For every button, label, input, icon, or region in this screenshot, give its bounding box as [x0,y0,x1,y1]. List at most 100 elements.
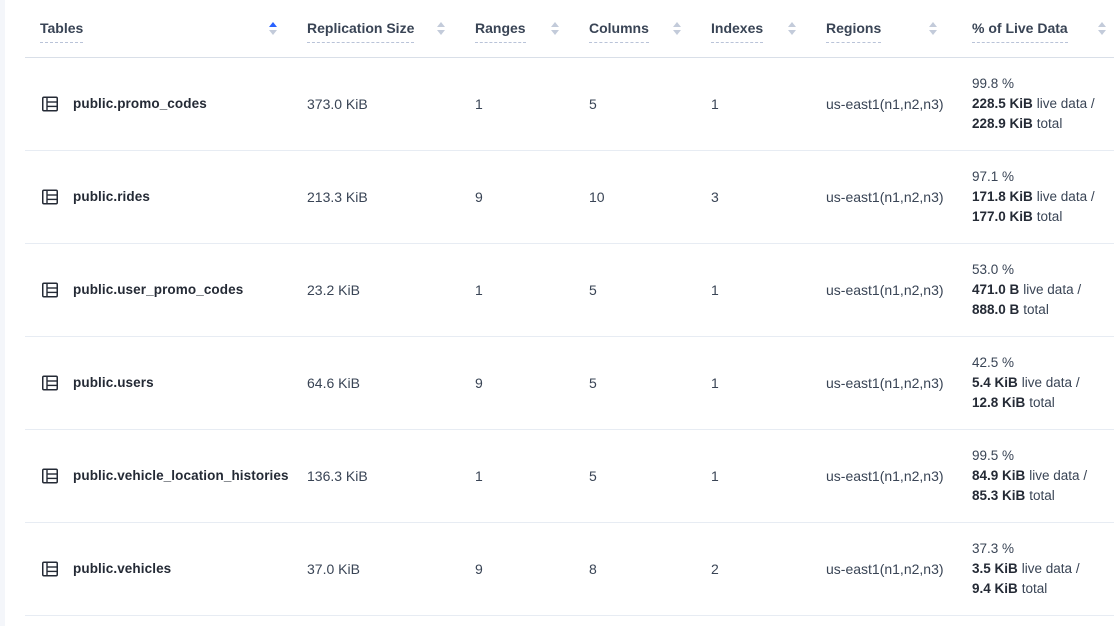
table-icon [40,559,60,579]
cell-indexes: 2 [699,522,814,615]
cell-ranges-value: 1 [475,96,483,112]
cell-regions-value: us-east1(n1,n2,n3) [826,96,944,112]
live-size-value: 171.8 KiB [972,189,1033,204]
total-size-line: 9.4 KiBtotal [972,579,1102,599]
cell-regions: us-east1(n1,n2,n3) [814,243,955,336]
column-header-label: Ranges [475,20,526,43]
sort-icon [780,22,796,35]
table-name-link[interactable]: public.promo_codes [73,96,207,111]
cell-replication-size-value: 23.2 KiB [307,282,360,298]
table-name-link[interactable]: public.users [73,375,154,390]
sort-icon [1090,22,1106,35]
total-size-value: 888.0 B [972,302,1019,317]
cell-regions: us-east1(n1,n2,n3) [814,150,955,243]
cell-live-data: 97.1 %171.8 KiBlive data /177.0 KiBtotal [955,150,1114,243]
column-header-label: Columns [589,20,649,43]
cell-replication-size-value: 37.0 KiB [307,561,360,577]
cell-indexes-value: 1 [711,468,719,484]
table-icon [40,280,60,300]
cell-replication-size-value: 373.0 KiB [307,96,368,112]
cell-indexes-value: 1 [711,375,719,391]
cell-columns-value: 5 [589,96,597,112]
live-percent-value: 97.1 % [972,169,1014,184]
cell-table-name: public.users [25,336,295,429]
column-header-regions[interactable]: Regions [814,0,955,57]
cell-live-data: 53.0 %471.0 Blive data /888.0 Btotal [955,243,1114,336]
cell-columns: 8 [577,522,699,615]
column-header-replication-size[interactable]: Replication Size [295,0,463,57]
table-row: public.users 64.6 KiB 95 1 us-east1(n1,n2,n3… [25,336,1114,429]
column-header-label: Tables [40,20,83,43]
sort-caret-up-icon [1098,22,1106,27]
column-header-columns[interactable]: Columns [577,0,699,57]
cell-live-data: 37.3 % 3.5 KiBlive data /9.4 KiBtotal [955,522,1114,615]
cell-indexes: 1 [699,336,814,429]
sort-caret-up-icon [673,22,681,27]
cell-indexes-value: 1 [711,282,719,298]
total-size-suffix: total [1022,581,1048,596]
cell-columns-value: 5 [589,375,597,391]
live-size-value: 471.0 B [972,282,1019,297]
live-size-value: 5.4 KiB [972,375,1018,390]
cell-replication-size: 373.0 KiB [295,57,463,150]
table-icon [40,94,60,114]
cell-live-data: 42.5 %5.4 KiBlive data /12.8 KiBtotal [955,336,1114,429]
cell-regions: us-east1(n1,n2,n3) [814,57,955,150]
sort-caret-down-icon [1098,30,1106,35]
table-name-link[interactable]: public.user_promo_codes [73,282,243,297]
live-percent: 97.1 % [972,167,1102,187]
cell-ranges-value: 1 [475,282,483,298]
cell-ranges: 9 [463,336,577,429]
live-size-line: 228.5 KiBlive data / [972,94,1102,114]
cell-columns: 5 [577,57,699,150]
total-size-suffix: total [1037,209,1063,224]
live-size-suffix: live data / [1029,468,1087,483]
table-row: public.vehicles 37.0 KiB 982 us-east1(n1,n2… [25,522,1114,615]
cell-ranges-value: 9 [475,189,483,205]
live-percent-value: 99.8 % [972,76,1014,91]
live-percent: 37.3 % [972,539,1102,559]
cell-indexes-value: 2 [711,561,719,577]
sort-icon [429,22,445,35]
total-size-value: 228.9 KiB [972,116,1033,131]
cell-ranges: 1 [463,429,577,522]
live-percent-value: 42.5 % [972,355,1014,370]
column-header-indexes[interactable]: Indexes [699,0,814,57]
cell-replication-size-value: 136.3 KiB [307,468,368,484]
cell-replication-size-value: 64.6 KiB [307,375,360,391]
column-header-of-live-data[interactable]: % of Live Data [955,0,1114,57]
live-size-suffix: live data / [1022,375,1080,390]
cell-regions-value: us-east1(n1,n2,n3) [826,561,944,577]
cell-ranges: 9 [463,522,577,615]
cell-regions-value: us-east1(n1,n2,n3) [826,189,944,205]
table-name-link[interactable]: public.rides [73,189,150,204]
live-percent: 53.0 % [972,260,1102,280]
sort-caret-down-icon [929,30,937,35]
column-header-label: Indexes [711,20,763,43]
cell-indexes: 1 [699,57,814,150]
cell-columns: 5 [577,336,699,429]
live-size-line: 3.5 KiBlive data / [972,559,1102,579]
cell-table-name: public.rides [25,150,295,243]
sort-icon [665,22,681,35]
total-size-line: 85.3 KiBtotal [972,486,1102,506]
cell-replication-size: 64.6 KiB [295,336,463,429]
total-size-suffix: total [1029,488,1055,503]
cell-replication-size: 136.3 KiB [295,429,463,522]
sort-icon [261,22,277,35]
live-percent-value: 37.3 % [972,541,1014,556]
cell-table-name: public.user_promo_codes [25,243,295,336]
cell-columns: 5 [577,243,699,336]
cell-regions: us-east1(n1,n2,n3) [814,429,955,522]
sort-icon [921,22,937,35]
sort-icon [543,22,559,35]
column-header-label: % of Live Data [972,20,1068,43]
column-header-ranges[interactable]: Ranges [463,0,577,57]
table-name-link[interactable]: public.vehicles [73,561,171,576]
sort-caret-down-icon [788,30,796,35]
column-header-tables[interactable]: Tables [25,0,295,57]
table-name-link[interactable]: public.vehicle_location_histories [73,468,289,483]
table-body: public.promo_codes373.0 KiB151us-east1(n… [25,57,1114,615]
table-icon [40,373,60,393]
cell-regions: us-east1(n1,n2,n3) [814,336,955,429]
